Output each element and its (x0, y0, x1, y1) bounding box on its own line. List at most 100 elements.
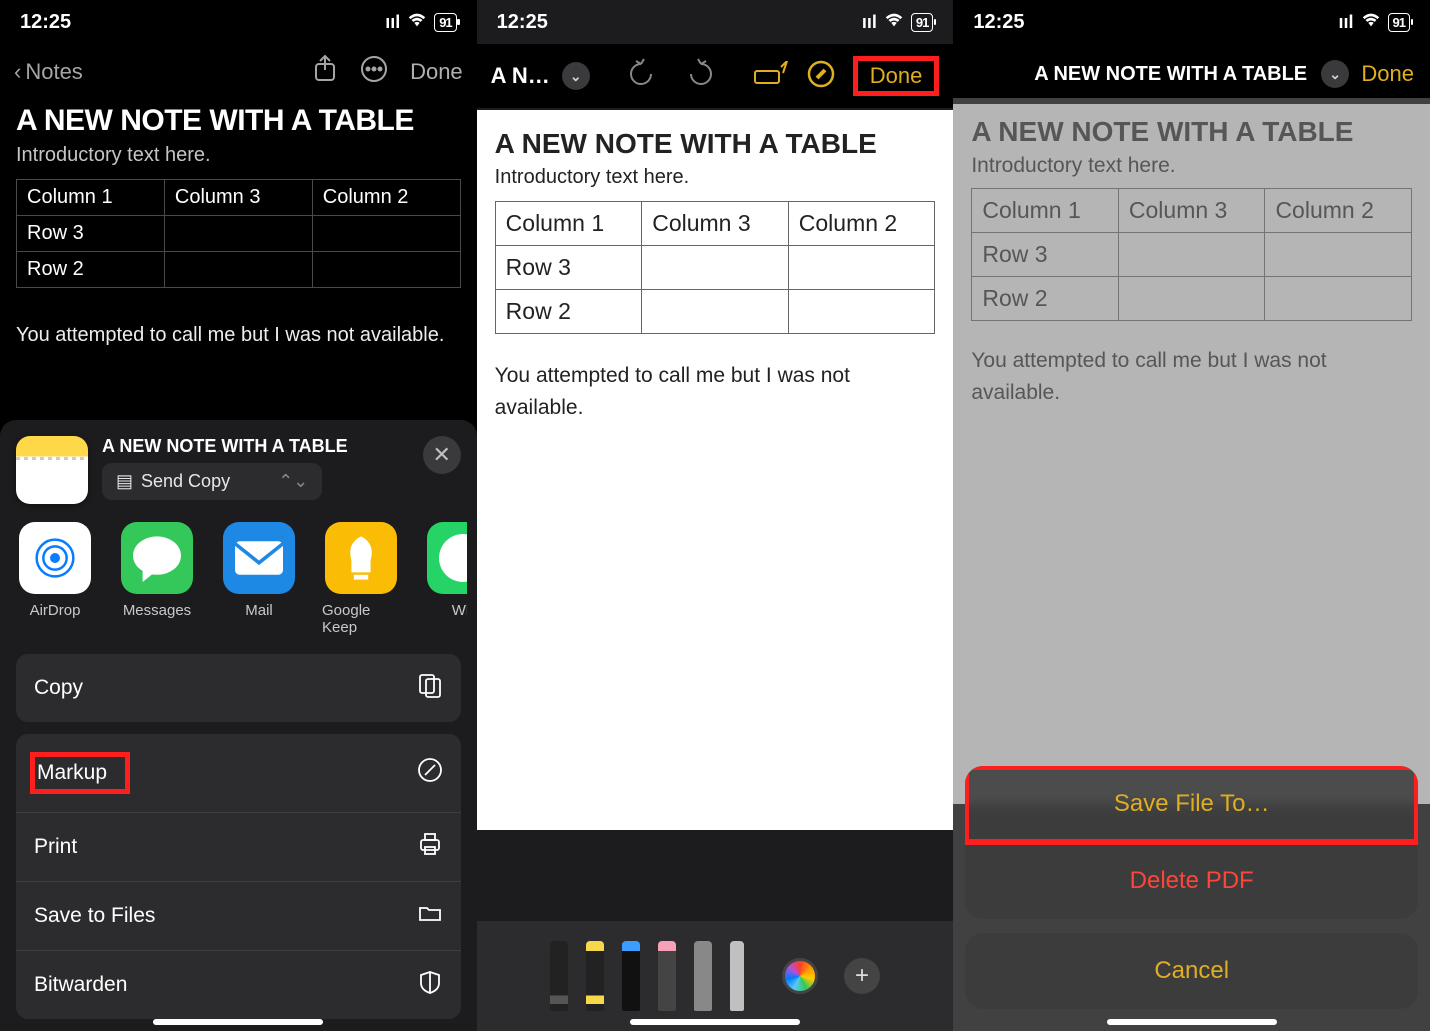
color-picker[interactable] (782, 958, 818, 994)
status-time: 12:25 (497, 11, 548, 34)
action-label: Copy (34, 676, 83, 700)
share-actions-group-1: Copy (16, 654, 461, 722)
done-button[interactable]: Done (862, 59, 931, 92)
chevron-left-icon: ‹ (14, 59, 21, 85)
action-markup[interactable]: Markup (16, 734, 461, 813)
action-save-to-files[interactable]: Save to Files (16, 882, 461, 951)
share-sheet: A NEW NOTE WITH A TABLE ▤ Send Copy ⌃⌄ ✕… (0, 420, 477, 1031)
status-time: 12:25 (973, 11, 1024, 34)
lasso-tool[interactable] (694, 941, 712, 1011)
signal-icon: ııl (385, 12, 400, 33)
close-button[interactable]: ✕ (423, 436, 461, 474)
table-cell (164, 252, 312, 288)
screen-2-markup: 12:25 ııl 91 A N… ⌄ (477, 0, 954, 1031)
cancel-button[interactable]: Cancel (965, 933, 1418, 1009)
eraser-tool[interactable] (658, 941, 676, 1011)
action-sheet: Save File To… Delete PDF Cancel (965, 766, 1418, 1009)
share-actions-group-2: Markup Print Save to Files Bitwarden (16, 734, 461, 1019)
table-cell: Column 2 (788, 202, 935, 246)
table-cell (642, 246, 789, 290)
action-print[interactable]: Print (16, 813, 461, 882)
table-row: Row 3 (495, 246, 935, 290)
chevron-down-icon[interactable]: ⌄ (562, 62, 590, 90)
table-cell: Row 2 (17, 252, 165, 288)
markup-icon (417, 757, 443, 789)
share-app-keep[interactable]: Google Keep (322, 522, 400, 636)
whatsapp-icon (427, 522, 467, 594)
note-table: Column 1 Column 3 Column 2 Row 3 Row 2 (16, 179, 461, 288)
wifi-icon (406, 11, 428, 34)
home-indicator[interactable] (153, 1019, 323, 1025)
send-copy-label: Send Copy (141, 471, 230, 492)
markup-tools: + (477, 921, 954, 1031)
keep-icon (325, 522, 397, 594)
table-row: Row 3 (17, 216, 461, 252)
screen-3-save-sheet: 12:25 ııl 91 A NEW NOTE WITH A TABLE ⌄ D… (953, 0, 1430, 1031)
table-cell: Column 1 (495, 202, 642, 246)
ruler-tool[interactable] (730, 941, 744, 1011)
highlighter-tool[interactable] (586, 941, 604, 1011)
folder-icon (417, 900, 443, 932)
note-body: You attempted to call me but I was not a… (16, 324, 461, 347)
done-button[interactable]: Done (410, 59, 463, 85)
messages-icon (121, 522, 193, 594)
status-icons: ııl 91 (862, 11, 933, 34)
table-row: Row 2 (17, 252, 461, 288)
signal-icon: ııl (1339, 12, 1354, 33)
undo-button[interactable] (626, 58, 656, 95)
share-apps-row[interactable]: AirDrop Messages Mail Google Keep (10, 522, 467, 654)
pen-tool[interactable] (550, 941, 568, 1011)
markup-canvas[interactable]: A NEW NOTE WITH A TABLE Introductory tex… (477, 110, 954, 830)
app-label: AirDrop (30, 602, 81, 619)
save-file-label: Save File To… (1114, 790, 1270, 818)
share-app-messages[interactable]: Messages (118, 522, 196, 636)
home-indicator[interactable] (630, 1019, 800, 1025)
shield-icon (417, 969, 443, 1001)
more-icon[interactable] (360, 55, 388, 89)
doc-title: A N… (491, 63, 550, 89)
markup-nav: A N… ⌄ Done (477, 44, 954, 108)
share-app-whatsapp[interactable]: Wh (424, 522, 467, 636)
home-indicator[interactable] (1107, 1019, 1277, 1025)
pencil-tool[interactable] (622, 941, 640, 1011)
wifi-icon (1360, 11, 1382, 34)
note-title: A NEW NOTE WITH A TABLE (16, 104, 461, 138)
close-icon: ✕ (432, 442, 450, 468)
share-icon[interactable] (312, 54, 338, 90)
add-button[interactable]: + (844, 958, 880, 994)
action-copy[interactable]: Copy (16, 654, 461, 722)
updown-icon: ⌃⌄ (278, 471, 308, 492)
share-app-airdrop[interactable]: AirDrop (16, 522, 94, 636)
back-button[interactable]: ‹ Notes (14, 59, 83, 85)
share-title: A NEW NOTE WITH A TABLE (102, 436, 409, 457)
delete-pdf-button[interactable]: Delete PDF (965, 843, 1418, 919)
signal-icon: ııl (862, 12, 877, 33)
note-intro: Introductory text here. (495, 166, 936, 189)
chevron-down-icon[interactable]: ⌄ (1321, 60, 1349, 88)
battery-icon: 91 (1388, 13, 1410, 32)
wifi-icon (883, 11, 905, 34)
status-icons: ııl 91 (385, 11, 456, 34)
table-cell: Column 2 (312, 180, 460, 216)
status-bar: 12:25 ııl 91 (0, 0, 477, 44)
battery-icon: 91 (434, 13, 456, 32)
app-label: Wh (452, 602, 467, 619)
action-bitwarden[interactable]: Bitwarden (16, 951, 461, 1019)
table-cell: Column 3 (164, 180, 312, 216)
table-cell: Row 3 (495, 246, 642, 290)
table-row: Column 1 Column 3 Column 2 (17, 180, 461, 216)
redo-button[interactable] (686, 58, 716, 95)
plus-icon: + (855, 962, 869, 990)
markup-pen-icon[interactable] (807, 60, 835, 93)
document-icon: ▤ (116, 471, 133, 492)
cancel-label: Cancel (1154, 957, 1229, 985)
table-cell: Column 1 (17, 180, 165, 216)
done-button[interactable]: Done (1361, 61, 1414, 87)
table-cell (164, 216, 312, 252)
share-app-mail[interactable]: Mail (220, 522, 298, 636)
nav-bar: A NEW NOTE WITH A TABLE ⌄ Done (953, 44, 1430, 104)
save-file-to-button[interactable]: Save File To… (965, 766, 1418, 843)
note-body: You attempted to call me but I was not a… (495, 360, 936, 423)
send-copy-selector[interactable]: ▤ Send Copy ⌃⌄ (102, 463, 322, 500)
markup-toolbar-icon[interactable] (753, 61, 789, 92)
